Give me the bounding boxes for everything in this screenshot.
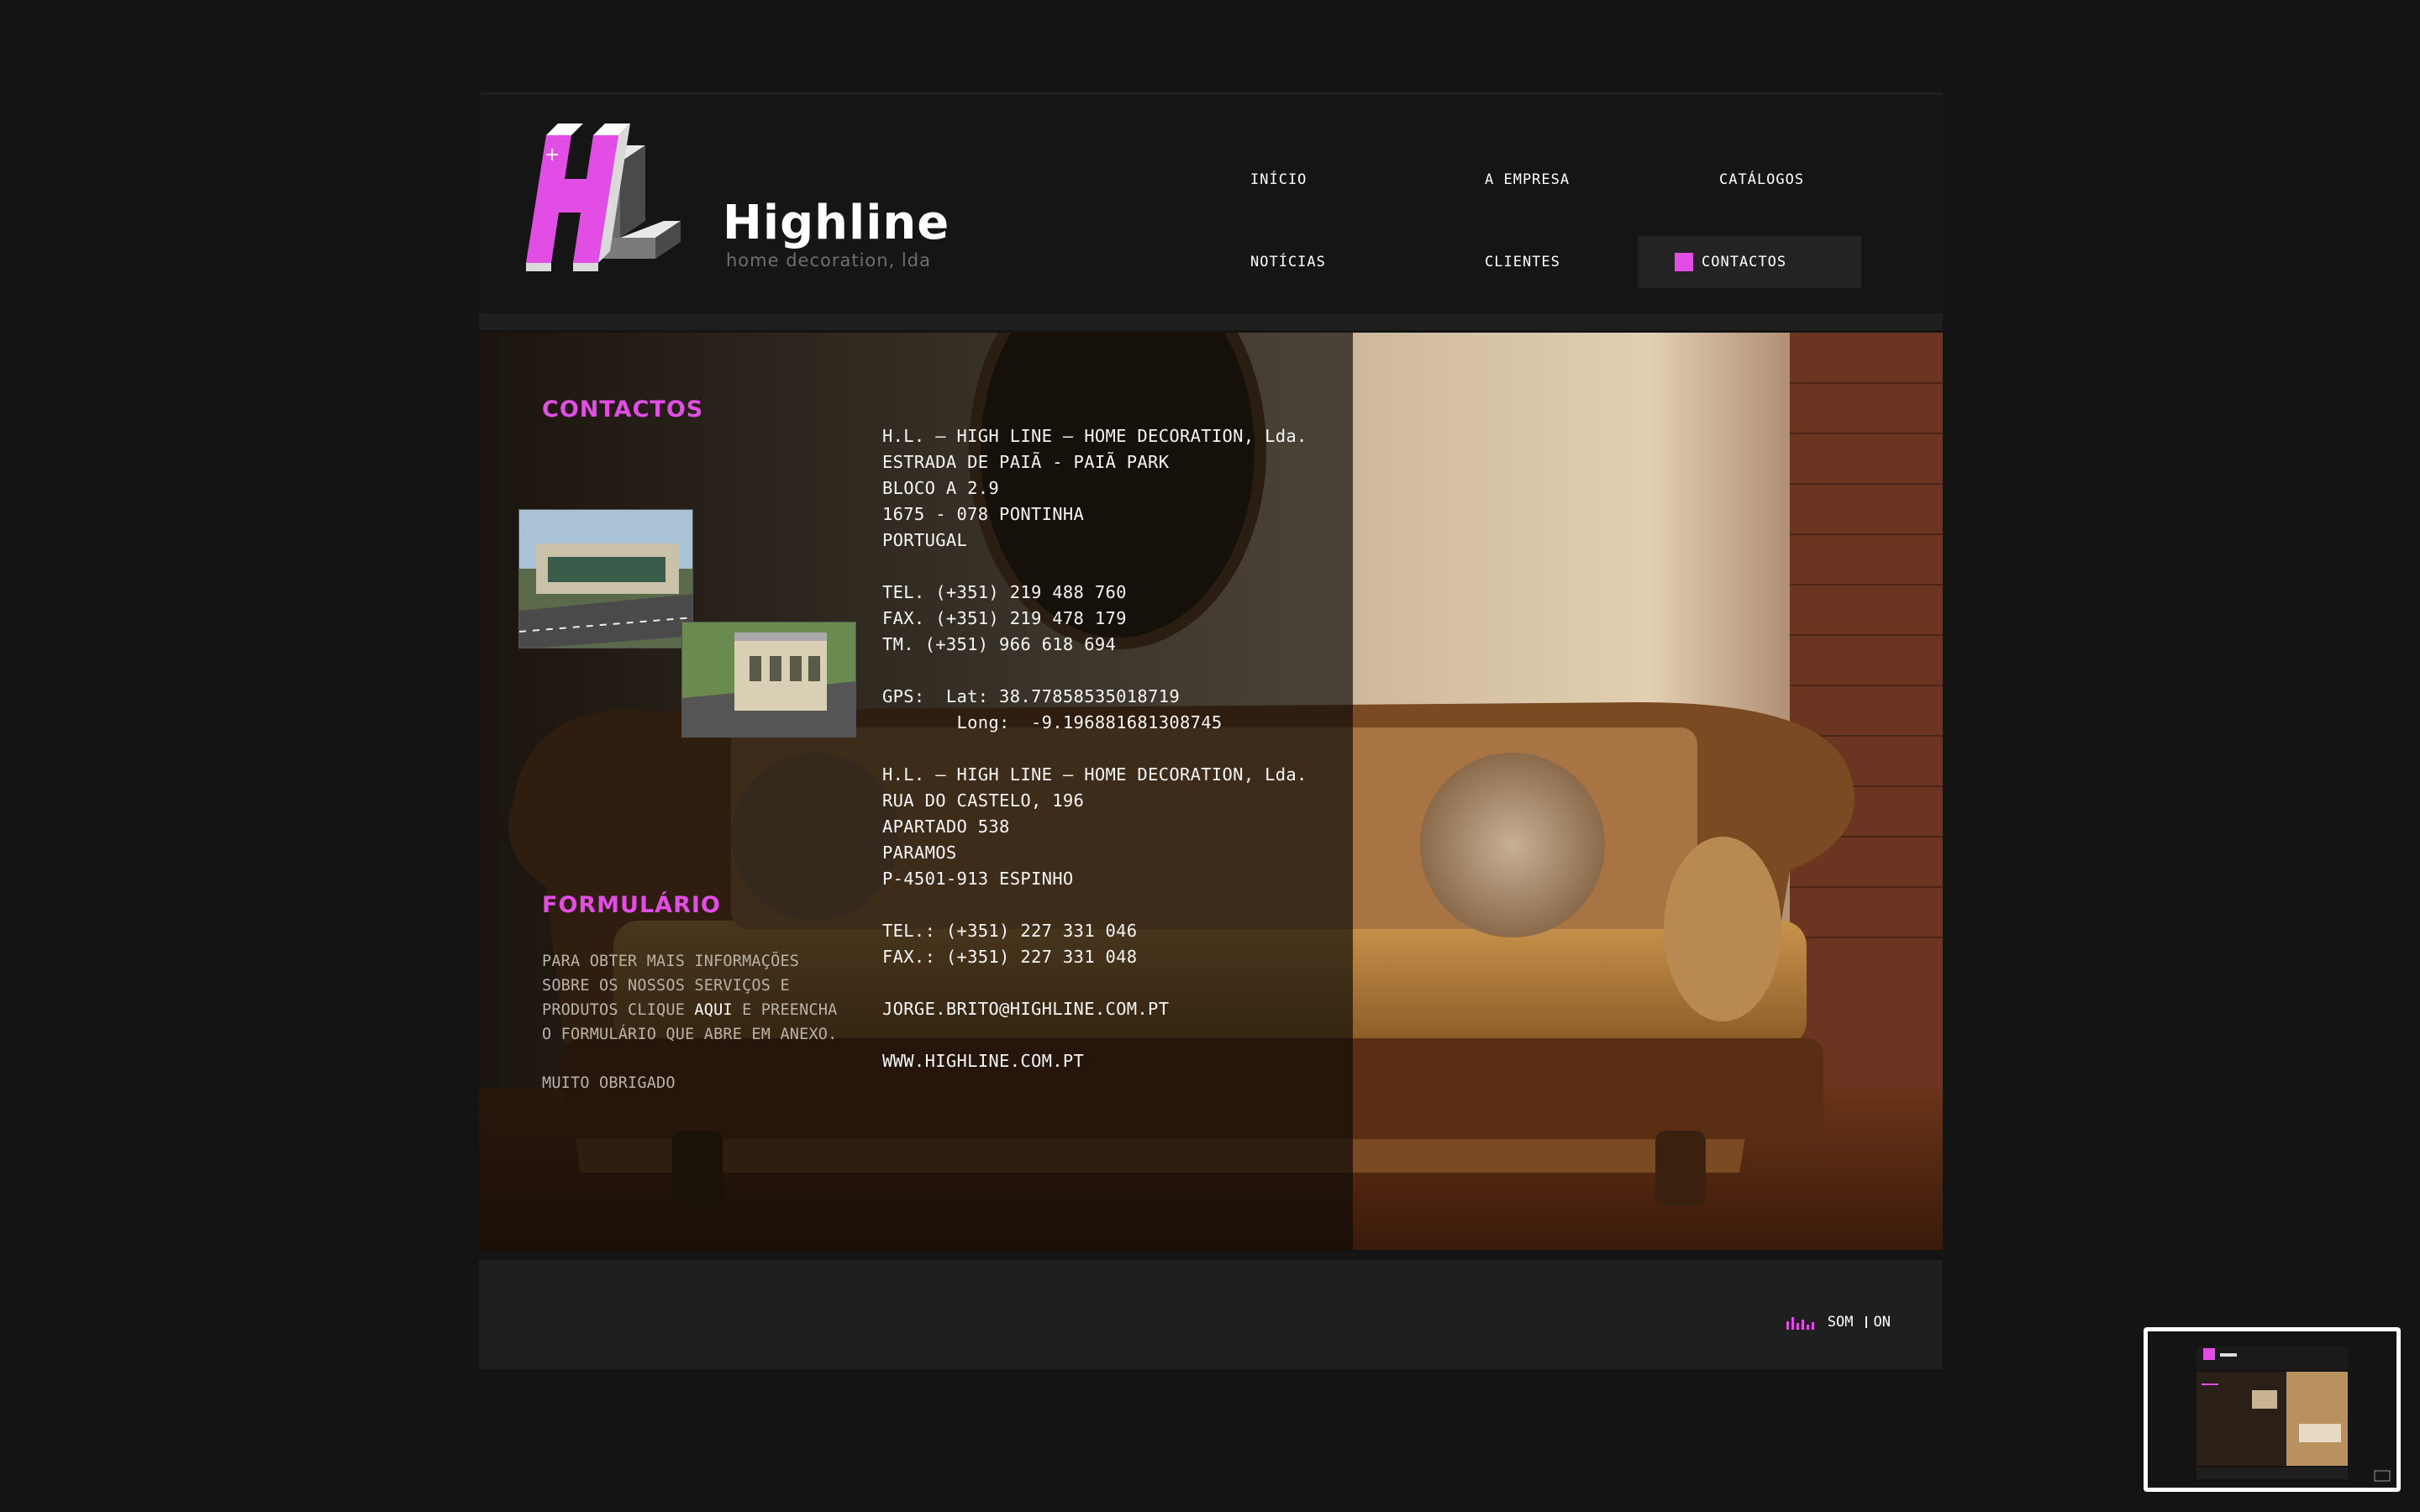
fax-line: FAX.: (+351) 227 331 048	[882, 947, 1138, 967]
nav-label: NOTÍCIAS	[1250, 254, 1326, 270]
nav-label: INÍCIO	[1250, 171, 1307, 188]
page-preview-image	[2148, 1331, 2396, 1488]
form-text-line: O FORMULÁRIO QUE ABRE EM ANEXO.	[542, 1026, 838, 1043]
form-text-after-link: E PREENCHA	[732, 1001, 838, 1019]
email-link[interactable]: JORGE.BRITO@HIGHLINE.COM.PT	[882, 996, 1319, 1022]
website-link[interactable]: WWW.HIGHLINE.COM.PT	[882, 1048, 1319, 1074]
building-photo-1[interactable]	[518, 509, 693, 648]
brand-name: Highline	[723, 196, 950, 250]
address1-line: 1675 - 078 PONTINHA	[882, 504, 1085, 524]
footer: SOM ON	[479, 1260, 1943, 1369]
header-divider	[479, 313, 1943, 330]
fax-line: FAX. (+351) 219 478 179	[882, 608, 1127, 628]
header: + Highline home decoration, lda INÍCIO A…	[479, 95, 1943, 313]
sound-toggle[interactable]: SOM ON	[1786, 1314, 1891, 1331]
address2-line: PARAMOS	[882, 843, 957, 863]
gps-long: Long: -9.196881681308745	[882, 712, 1223, 732]
sound-state-group[interactable]: ON	[1865, 1314, 1891, 1331]
contact-section: CONTACTOS H.L. – HIGH LINE – HOME DECORA…	[479, 333, 1943, 1250]
sound-state: ON	[1873, 1314, 1891, 1331]
nav-a-empresa[interactable]: A EMPRESA	[1468, 154, 1691, 206]
address1-line: ESTRADA DE PAIÃ - PAIÃ PARK	[882, 452, 1170, 472]
form-text-line: PRODUTOS CLIQUE AQUI E PREENCHA	[542, 998, 837, 1022]
nav-label: CONTACTOS	[1702, 254, 1787, 270]
logo-icon[interactable]: +	[496, 112, 689, 280]
nav-label: A EMPRESA	[1485, 171, 1570, 188]
mobile-line: TM. (+351) 966 618 694	[882, 634, 1117, 654]
building-photo-2[interactable]	[681, 622, 856, 738]
phone-line: TEL.: (+351) 227 331 046	[882, 921, 1138, 941]
active-marker-icon	[1675, 253, 1693, 271]
nav-noticias[interactable]: NOTÍCIAS	[1234, 236, 1457, 288]
phone-line: TEL. (+351) 219 488 760	[882, 582, 1127, 602]
form-text-line: SOBRE OS NOSSOS SERVIÇOS E	[542, 977, 790, 995]
nav-catalogos[interactable]: CATÁLOGOS	[1702, 154, 1926, 206]
building-photo-2-image	[682, 622, 855, 737]
building-photo-1-image	[519, 510, 692, 648]
form-thanks: MUITO OBRIGADO	[542, 1074, 676, 1092]
formulario-title: FORMULÁRIO	[542, 892, 721, 918]
address1-line: BLOCO A 2.9	[882, 478, 1000, 498]
address2-line: APARTADO 538	[882, 816, 1010, 837]
address1-line: PORTUGAL	[882, 530, 968, 550]
site-container: + Highline home decoration, lda INÍCIO A…	[479, 92, 1943, 1369]
page-preview-thumbnail[interactable]	[2144, 1327, 2401, 1492]
form-text-before-link: PRODUTOS CLIQUE	[542, 1001, 695, 1019]
divider-icon	[1865, 1316, 1867, 1328]
form-link-aqui[interactable]: AQUI	[694, 1001, 732, 1019]
nav-inicio[interactable]: INÍCIO	[1234, 154, 1457, 206]
gps-lat: GPS: Lat: 38.77858535018719	[882, 686, 1180, 706]
formulario-text: PARA OBTER MAIS INFORMAÇÕES SOBRE OS NOS…	[542, 949, 838, 1095]
sound-label: SOM	[1827, 1314, 1854, 1331]
contactos-title: CONTACTOS	[542, 396, 704, 423]
brand-tagline: home decoration, lda	[726, 250, 931, 270]
address1-line: H.L. – HIGH LINE – HOME DECORATION, Lda.	[882, 426, 1307, 446]
nav-label: CATÁLOGOS	[1719, 171, 1805, 188]
nav-label: CLIENTES	[1485, 254, 1560, 270]
nav-contactos[interactable]: CONTACTOS	[1638, 236, 1861, 288]
address2-line: H.L. – HIGH LINE – HOME DECORATION, Lda.	[882, 764, 1307, 785]
sound-equalizer-icon	[1786, 1317, 1814, 1330]
contact-details: H.L. – HIGH LINE – HOME DECORATION, Lda.…	[882, 423, 1319, 1074]
svg-text:+: +	[544, 144, 560, 165]
address2-line: P-4501-913 ESPINHO	[882, 869, 1074, 889]
form-text-line: PARA OBTER MAIS INFORMAÇÕES	[542, 953, 800, 970]
address2-line: RUA DO CASTELO, 196	[882, 790, 1085, 811]
